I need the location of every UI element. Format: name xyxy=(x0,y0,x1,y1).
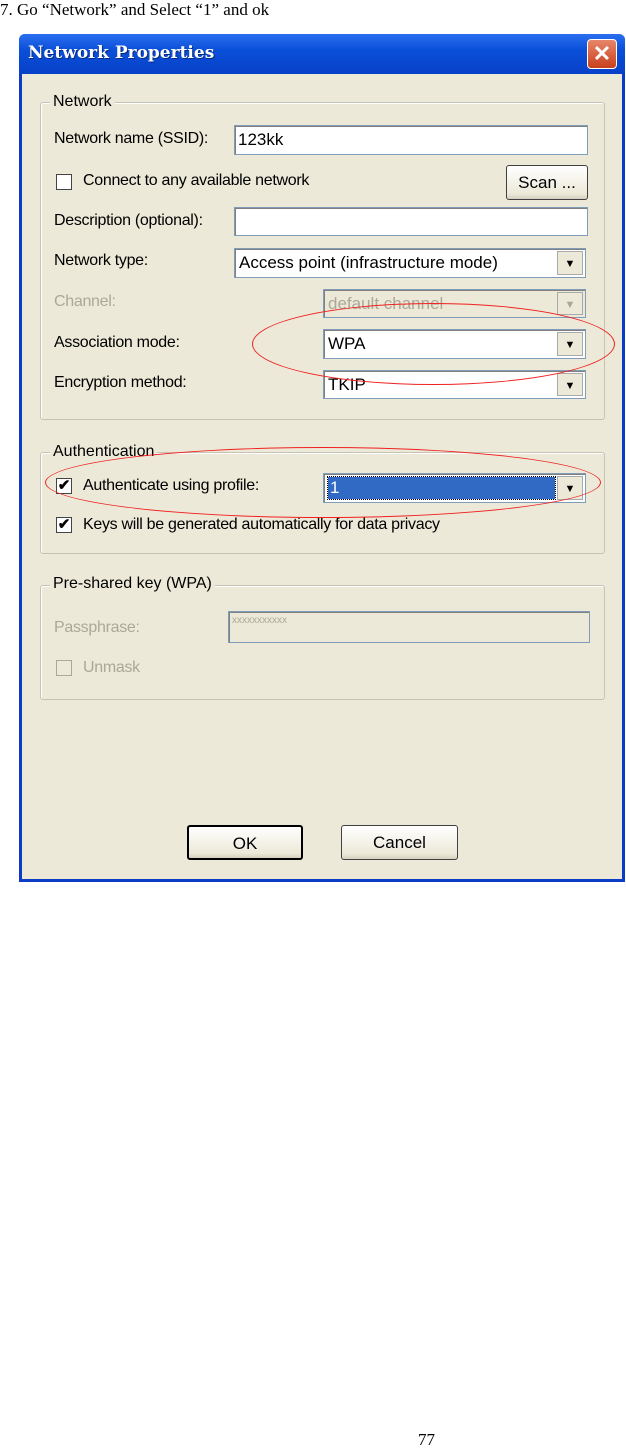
profile-value: 1 xyxy=(327,476,556,500)
ssid-label: Network name (SSID): xyxy=(54,130,209,147)
encryption-method-label: Encryption method: xyxy=(54,374,187,391)
network-type-select[interactable]: Access point (infrastructure mode) ▼ xyxy=(234,248,586,278)
description-input[interactable] xyxy=(234,207,588,236)
network-type-label: Network type: xyxy=(54,252,148,269)
network-group-legend: Network xyxy=(50,93,115,111)
page-number: 77 xyxy=(418,1430,435,1449)
keys-auto-label: Keys will be generated automatically for… xyxy=(83,516,440,533)
unmask-label: Unmask xyxy=(83,659,140,676)
channel-value: default channel xyxy=(328,294,444,313)
encryption-method-value: TKIP xyxy=(328,375,366,394)
unmask-checkbox xyxy=(56,660,72,676)
chevron-down-icon: ▼ xyxy=(557,292,583,315)
channel-select: default channel ▼ xyxy=(323,289,586,318)
step-caption: 7. Go “Network” and Select “1” and ok xyxy=(0,0,270,19)
title-bar: Network Properties ✕ xyxy=(19,34,625,74)
chevron-down-icon[interactable]: ▼ xyxy=(557,251,583,275)
ssid-input[interactable]: 123kk xyxy=(234,125,588,155)
authentication-group-legend: Authentication xyxy=(50,443,158,461)
keys-auto-checkbox[interactable]: ✔ xyxy=(56,517,72,533)
network-properties-dialog: Network Properties ✕ Network Network nam… xyxy=(19,34,625,882)
scan-button[interactable]: Scan ... xyxy=(506,165,588,200)
cancel-button[interactable]: Cancel xyxy=(341,825,458,860)
passphrase-label: Passphrase: xyxy=(54,619,140,636)
association-mode-select[interactable]: WPA ▼ xyxy=(323,329,586,359)
authenticate-profile-checkbox[interactable]: ✔ xyxy=(56,478,72,494)
network-type-value: Access point (infrastructure mode) xyxy=(239,253,498,272)
dialog-title: Network Properties xyxy=(28,43,215,63)
pre-shared-key-legend: Pre-shared key (WPA) xyxy=(50,575,215,593)
authentication-group xyxy=(40,452,605,554)
association-mode-value: WPA xyxy=(328,334,366,353)
profile-select[interactable]: 1 ▼ xyxy=(323,473,586,503)
ok-button[interactable]: OK xyxy=(187,825,303,860)
chevron-down-icon[interactable]: ▼ xyxy=(557,476,583,500)
connect-any-checkbox[interactable] xyxy=(56,174,72,190)
connect-any-label: Connect to any available network xyxy=(83,172,310,189)
chevron-down-icon[interactable]: ▼ xyxy=(557,332,583,356)
passphrase-input: xxxxxxxxxxx xyxy=(228,611,590,643)
encryption-method-select[interactable]: TKIP ▼ xyxy=(323,370,586,399)
authenticate-profile-label: Authenticate using profile: xyxy=(83,477,260,494)
chevron-down-icon[interactable]: ▼ xyxy=(557,373,583,396)
association-mode-label: Association mode: xyxy=(54,334,180,351)
description-label: Description (optional): xyxy=(54,212,203,229)
close-icon[interactable]: ✕ xyxy=(587,39,617,69)
channel-label: Channel: xyxy=(54,293,116,310)
dialog-body: Network Network name (SSID): 123kk Conne… xyxy=(22,74,622,879)
